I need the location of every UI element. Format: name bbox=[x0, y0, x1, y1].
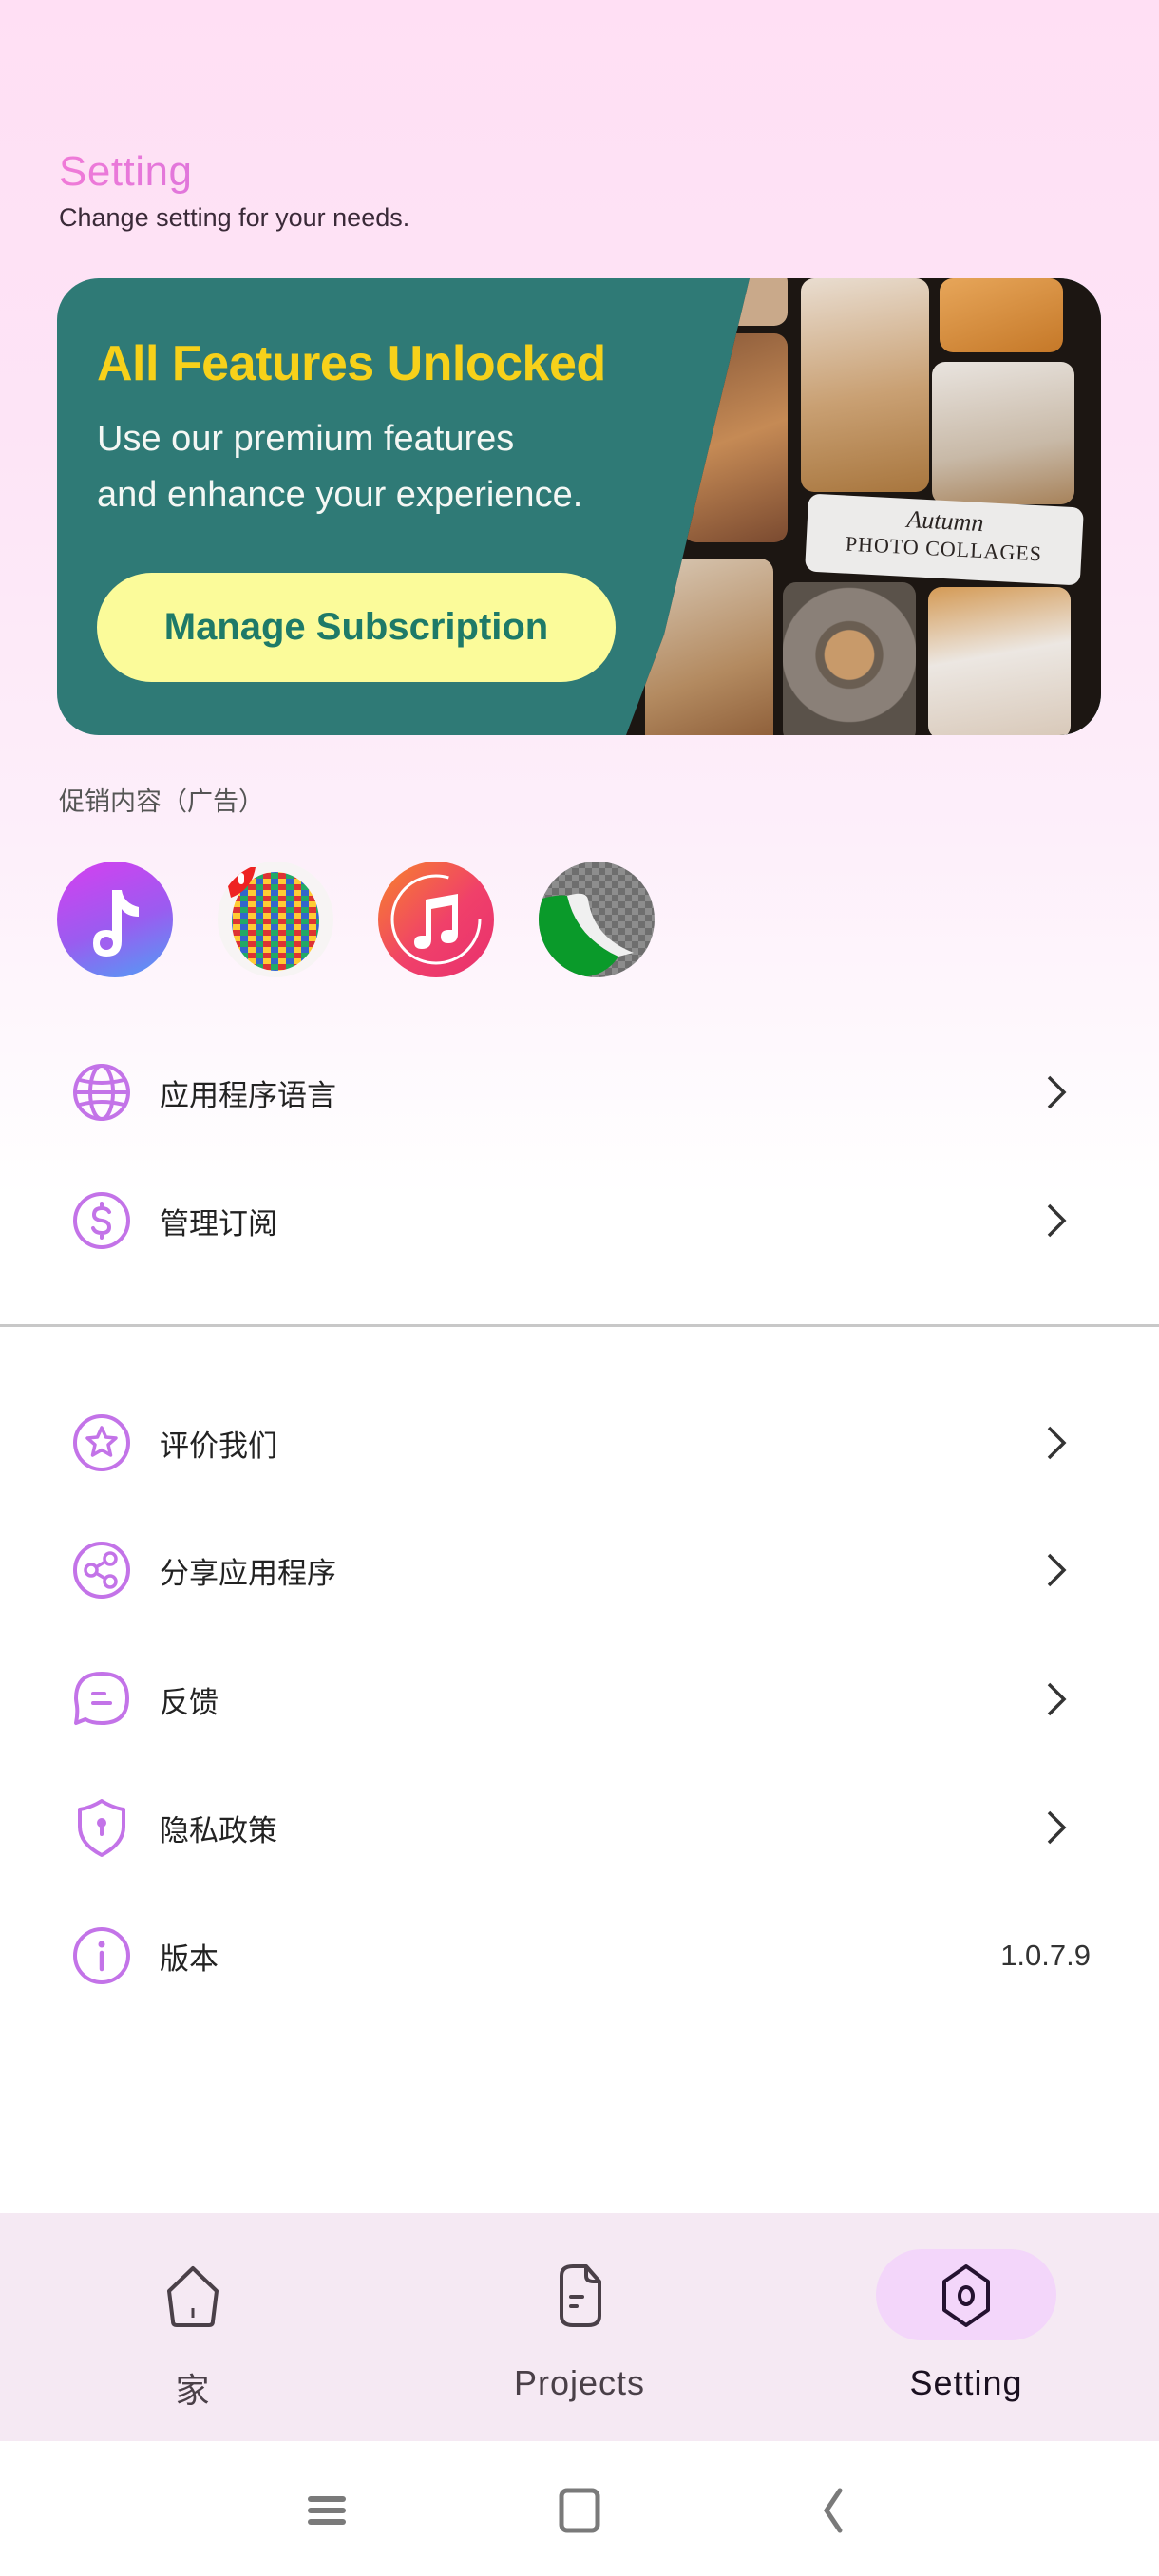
menu-label: 管理订阅 bbox=[160, 1206, 277, 1241]
menu-item-privacy-policy[interactable]: 隐私政策 bbox=[0, 1775, 1159, 1880]
chevron-right-icon bbox=[1047, 1682, 1067, 1716]
promo-section-label: 促销内容（广告） bbox=[59, 787, 264, 816]
share-circle-icon bbox=[73, 1542, 130, 1599]
recents-icon[interactable] bbox=[294, 2477, 361, 2544]
manage-subscription-button[interactable]: Manage Subscription bbox=[97, 573, 616, 682]
section-divider bbox=[0, 1324, 1159, 1327]
menu-item-feedback[interactable]: 反馈 bbox=[0, 1647, 1159, 1752]
premium-banner[interactable]: All Features Unlocked Use our premium fe… bbox=[57, 278, 1101, 735]
collage-image: Autumn PHOTO COLLAGES bbox=[626, 278, 1101, 735]
menu-label: 应用程序语言 bbox=[160, 1078, 336, 1112]
nav-tab-home[interactable]: 家 bbox=[50, 2213, 335, 2441]
menu-item-app-language[interactable]: 应用程序语言 bbox=[0, 1040, 1159, 1145]
menu-item-manage-subscription[interactable]: 管理订阅 bbox=[0, 1168, 1159, 1273]
star-circle-icon bbox=[73, 1414, 130, 1471]
menu-label: 隐私政策 bbox=[160, 1813, 277, 1847]
settings-hexagon-icon bbox=[942, 2264, 990, 2327]
back-icon[interactable] bbox=[798, 2477, 864, 2544]
nav-label: Projects bbox=[513, 2363, 646, 2402]
sticker-peel-app-icon[interactable] bbox=[539, 862, 655, 977]
system-navigation-bar bbox=[0, 2441, 1159, 2576]
menu-item-share-app[interactable]: 分享应用程序 bbox=[0, 1518, 1159, 1622]
world-flags-globe-app-icon[interactable] bbox=[218, 862, 333, 977]
banner-description-line1: Use our premium features bbox=[97, 419, 515, 459]
chevron-right-icon bbox=[1047, 1810, 1067, 1845]
chevron-right-icon bbox=[1047, 1203, 1067, 1238]
banner-description: Use our premium features and enhance you… bbox=[97, 411, 667, 523]
nav-tab-setting[interactable]: Setting bbox=[824, 2213, 1109, 2441]
menu-item-rate-us[interactable]: 评价我们 bbox=[0, 1391, 1159, 1495]
banner-description-line2: and enhance your experience. bbox=[97, 475, 583, 515]
dollar-circle-icon bbox=[73, 1192, 130, 1249]
chevron-right-icon bbox=[1047, 1553, 1067, 1587]
menu-item-version: 版本 1.0.7.9 bbox=[0, 1904, 1159, 2008]
collage-caption: Autumn PHOTO COLLAGES bbox=[805, 493, 1084, 586]
bottom-navigation: 家 Projects Setting bbox=[0, 2213, 1159, 2441]
menu-label: 版本 bbox=[160, 1941, 218, 1976]
banner-headline: All Features Unlocked bbox=[97, 336, 606, 391]
page-header: Setting Change setting for your needs. bbox=[59, 144, 409, 233]
promo-apps-row bbox=[57, 862, 699, 977]
home-square-icon[interactable] bbox=[546, 2477, 613, 2544]
nav-tab-projects[interactable]: Projects bbox=[437, 2213, 722, 2441]
menu-label: 反馈 bbox=[160, 1685, 218, 1719]
page-subtitle: Change setting for your needs. bbox=[59, 203, 410, 232]
chevron-right-icon bbox=[1047, 1075, 1067, 1109]
document-icon bbox=[560, 2264, 601, 2327]
page-title: Setting bbox=[59, 144, 409, 199]
globe-icon bbox=[73, 1064, 130, 1121]
info-circle-icon bbox=[73, 1927, 130, 1984]
shield-icon bbox=[78, 1799, 125, 1857]
version-value: 1.0.7.9 bbox=[1000, 1939, 1091, 1972]
chat-bubble-icon bbox=[74, 1672, 129, 1725]
home-icon bbox=[167, 2266, 218, 2327]
chevron-right-icon bbox=[1047, 1426, 1067, 1460]
nav-label: 家 bbox=[175, 2371, 211, 2410]
menu-label: 评价我们 bbox=[160, 1429, 277, 1463]
menu-label: 分享应用程序 bbox=[160, 1556, 336, 1590]
nav-label: Setting bbox=[909, 2363, 1023, 2402]
music-player-app-icon[interactable] bbox=[378, 862, 494, 977]
music-note-app-icon[interactable] bbox=[57, 862, 173, 977]
